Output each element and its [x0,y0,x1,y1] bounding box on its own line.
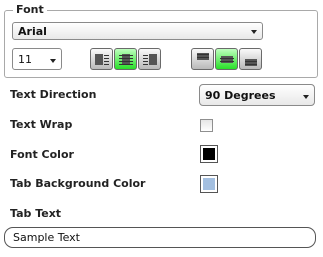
align-left-icon [95,54,109,65]
align-right-button[interactable] [138,48,161,70]
align-bottom-button[interactable] [239,48,262,70]
align-top-icon [197,53,209,60]
text-direction-value: 90 Degrees [205,89,276,102]
tab-text-input[interactable] [4,227,316,248]
align-center-icon [119,54,133,65]
align-top-button[interactable] [191,48,214,70]
text-direction-label: Text Direction [10,88,97,101]
align-center-button[interactable] [114,48,137,70]
align-right-icon [143,54,157,65]
align-bottom-icon [245,59,257,66]
text-wrap-label: Text Wrap [10,118,73,131]
font-family-value: Arial [18,25,47,38]
align-middle-icon [220,56,234,63]
vertical-align-group [191,48,263,70]
tab-background-color-fill [203,178,215,190]
font-color-label: Font Color [10,148,74,161]
chevron-down-icon [303,95,309,99]
tab-text-label: Tab Text [10,207,62,220]
font-group: Font Arial 11 [4,3,318,78]
font-size-value: 11 [18,53,32,66]
font-color-swatch[interactable] [200,145,218,163]
tab-background-color-label: Tab Background Color [10,177,146,190]
font-family-select[interactable]: Arial [12,22,263,40]
horizontal-align-group [90,48,162,70]
tab-background-color-swatch[interactable] [200,175,218,193]
text-direction-select[interactable]: 90 Degrees [199,84,315,106]
font-size-select[interactable]: 11 [12,48,62,70]
chevron-down-icon [251,30,257,34]
chevron-down-icon [50,59,56,63]
font-color-fill [203,148,215,160]
align-left-button[interactable] [90,48,113,70]
align-middle-button[interactable] [215,48,238,70]
text-wrap-checkbox[interactable] [200,119,213,132]
font-group-legend: Font [13,3,47,16]
